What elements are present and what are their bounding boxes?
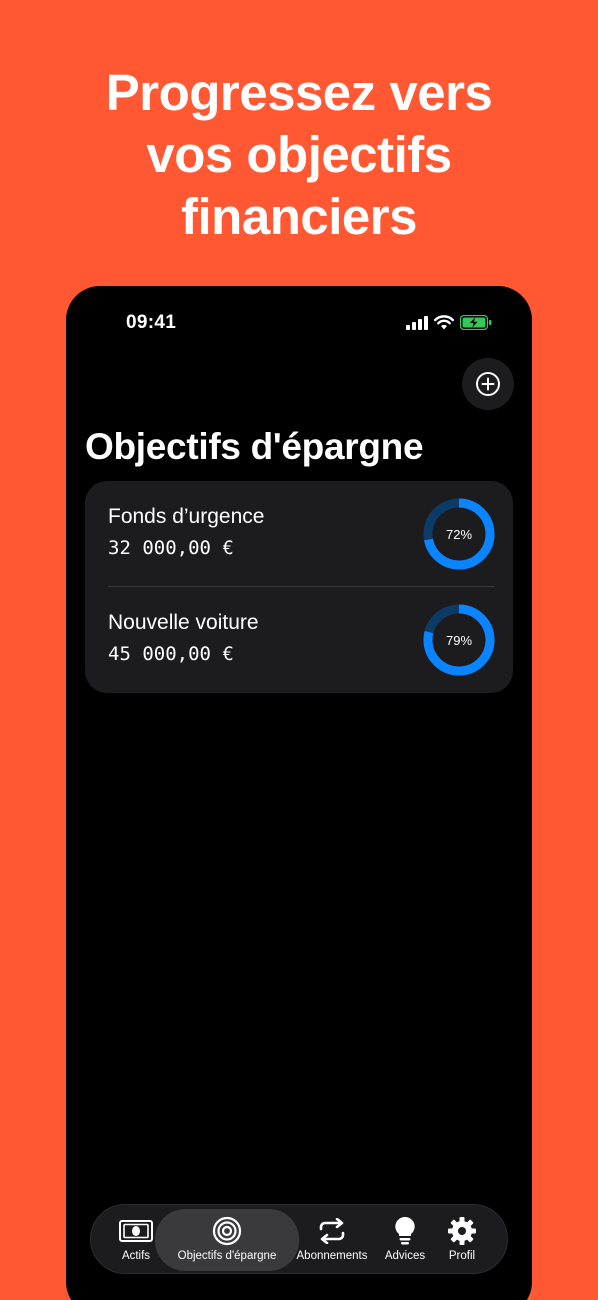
phone-screen: 09:41 Objectifs d'épargne Fonds d’urgenc… (66, 286, 532, 1300)
tab-label: Actifs (121, 1250, 151, 1262)
goal-item-emergency-fund[interactable]: Fonds d’urgence 32 000,00 € 72% (85, 481, 513, 587)
tab-label: Advices (384, 1250, 426, 1262)
target-icon (212, 1216, 242, 1246)
goal-amount: 45 000,00 € (108, 643, 234, 665)
lightbulb-icon (395, 1216, 415, 1245)
goal-amount: 32 000,00 € (108, 537, 234, 559)
signal-icon (406, 315, 428, 330)
goal-item-new-car[interactable]: Nouvelle voiture 45 000,00 € 79% (85, 587, 513, 693)
battery-charging-icon (460, 315, 492, 330)
headline: Progressez vers vos objectifs financiers (0, 62, 598, 248)
tab-label: Objectifs d'épargne (177, 1250, 277, 1262)
tab-profil[interactable]: Profil (437, 1205, 487, 1275)
goal-progress-ring: 72% (423, 498, 495, 570)
status-time: 09:41 (126, 312, 177, 333)
goal-name: Fonds d’urgence (108, 505, 265, 528)
goal-percent-label: 72% (445, 526, 473, 542)
goal-name: Nouvelle voiture (108, 611, 259, 634)
tab-advices[interactable]: Advices (377, 1205, 433, 1275)
tab-objectifs[interactable]: Objectifs d'épargne (155, 1209, 299, 1271)
headline-line-3: financiers (181, 188, 417, 245)
banknote-icon (119, 1220, 153, 1242)
headline-line-1: Progressez vers (105, 64, 493, 121)
goal-percent-label: 79% (445, 632, 473, 648)
plus-circle-icon (476, 372, 500, 396)
gear-icon (448, 1217, 476, 1245)
page-title: Objectifs d'épargne (85, 426, 424, 467)
goal-progress-ring: 79% (423, 604, 495, 676)
wifi-icon (434, 315, 454, 330)
tab-bar: Actifs Objectifs d'épargne Abonnements A… (90, 1204, 508, 1274)
tab-abonnements[interactable]: Abonnements (291, 1205, 373, 1275)
tab-label: Abonnements (296, 1250, 368, 1262)
status-icons (406, 315, 492, 330)
headline-line-2: vos objectifs (146, 126, 452, 183)
goals-list: Fonds d’urgence 32 000,00 € 72% Nouvelle… (85, 481, 513, 693)
tab-label: Profil (448, 1250, 476, 1262)
add-goal-button[interactable] (462, 358, 514, 410)
repeat-icon (319, 1218, 345, 1244)
